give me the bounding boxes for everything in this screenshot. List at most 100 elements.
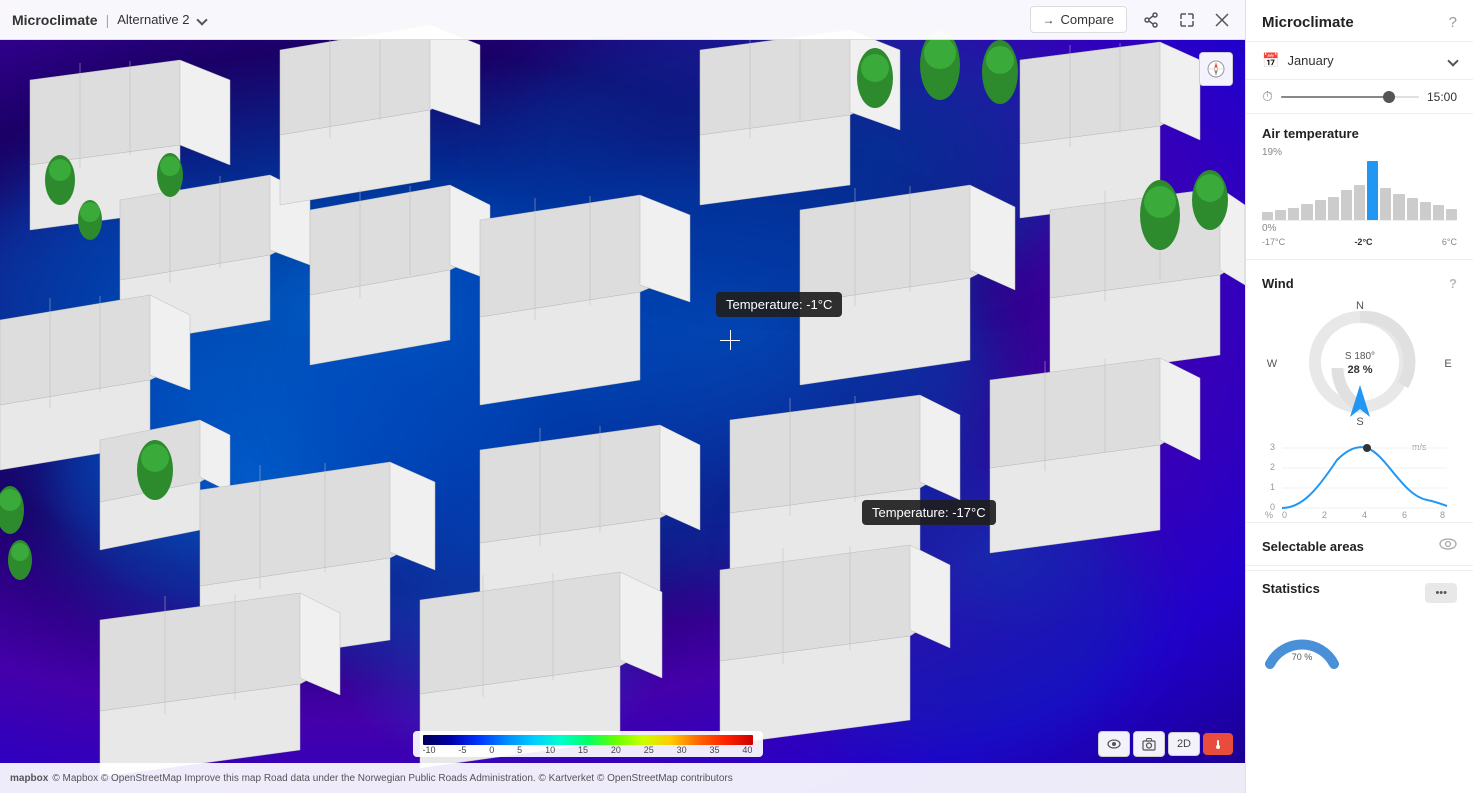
legend-tick-5: 15: [578, 745, 588, 755]
legend-tick-0: -10: [423, 745, 436, 755]
expand-button[interactable]: [1175, 8, 1199, 32]
app-title: Microclimate: [12, 12, 98, 28]
wind-chart-svg: 3 2 1 0 m/s 0 2 4 6 8: [1262, 440, 1458, 520]
compass-icon: [1207, 60, 1225, 78]
time-slider-container: [1281, 96, 1419, 98]
bottom-tools[interactable]: 2D: [1098, 731, 1233, 757]
camera-tool-button[interactable]: [1133, 731, 1165, 757]
title-separator: |: [106, 12, 110, 28]
map-area[interactable]: Microclimate | Alternative 2 → Compare: [0, 0, 1245, 793]
wind-direction-text: S 180°: [1345, 351, 1375, 362]
sidebar: Microclimate ? 📅 January ⏱ 15:00 Air tem…: [1245, 0, 1473, 793]
legend-tick-8: 30: [677, 745, 687, 755]
buildings-layer: [0, 0, 1245, 793]
temp-min-label: -17°C: [1262, 237, 1285, 247]
air-temp-chart: 19% 0% -17°C -2°C 6°C: [1246, 147, 1473, 255]
alternative-label: Alternative 2: [117, 12, 189, 27]
air-temp-header: Air temperature: [1246, 114, 1473, 147]
wind-curve: [1282, 447, 1447, 508]
wind-y-3: 3: [1270, 442, 1275, 452]
legend-gradient-bar: [423, 735, 753, 745]
sidebar-title: Microclimate: [1262, 14, 1354, 31]
time-slider[interactable]: [1281, 96, 1419, 98]
north-label: N: [1356, 300, 1364, 312]
chart-x-labels: -17°C -2°C 6°C: [1262, 237, 1457, 247]
compare-label: Compare: [1061, 12, 1114, 27]
chart-axis: [1262, 220, 1457, 221]
statistics-gauge-svg: 70 %: [1262, 612, 1342, 672]
top-bar: Microclimate | Alternative 2 → Compare: [0, 0, 1245, 40]
temperature-icon: [1212, 739, 1224, 749]
legend-tick-10: 40: [742, 745, 752, 755]
expand-icon: [1179, 12, 1195, 28]
eye-toggle-icon[interactable]: [1439, 537, 1457, 555]
bar-4: [1301, 204, 1312, 221]
wind-peak-dot: [1363, 444, 1371, 452]
building-16: [100, 593, 340, 777]
map-cursor: [720, 330, 740, 350]
month-dropdown[interactable]: January: [1287, 53, 1457, 68]
temp-max-label: 6°C: [1442, 237, 1457, 247]
legend-tick-4: 10: [545, 745, 555, 755]
alternative-dropdown[interactable]: Alternative 2: [117, 12, 205, 27]
wind-help-icon[interactable]: ?: [1449, 276, 1457, 291]
bar-8: [1354, 185, 1365, 221]
time-slider-fill: [1281, 96, 1389, 98]
wind-x-2: 2: [1322, 510, 1327, 520]
calendar-icon: 📅: [1262, 52, 1279, 69]
statistics-section: Statistics ••• 70 %: [1246, 570, 1473, 680]
legend-tick-9: 35: [710, 745, 720, 755]
compare-arrow-icon: →: [1043, 13, 1055, 27]
legend-tick-2: 0: [489, 745, 494, 755]
clock-icon: ⏱: [1262, 88, 1273, 105]
wind-header: Wind ?: [1246, 264, 1473, 297]
map-controls[interactable]: [1199, 52, 1233, 86]
selectable-areas-header: Selectable areas: [1246, 527, 1473, 561]
month-selector[interactable]: 📅 January: [1246, 42, 1473, 80]
eye-icon: [1107, 737, 1121, 751]
chart-percent-top: 19%: [1262, 147, 1282, 158]
eye-tool-button[interactable]: [1098, 731, 1130, 757]
building-15: [990, 358, 1200, 553]
wind-chart-container: 3 2 1 0 m/s 0 2 4 6 8: [1262, 440, 1457, 510]
wind-speed-chart: 3 2 1 0 m/s 0 2 4 6 8: [1246, 440, 1473, 518]
wind-y-2: 2: [1270, 462, 1275, 472]
top-bar-actions: → Compare: [1030, 6, 1233, 33]
chevron-down-icon: [196, 14, 207, 25]
wind-percent-text: 28 %: [1347, 364, 1372, 376]
close-button[interactable]: [1211, 9, 1233, 31]
view-3d-button[interactable]: [1203, 733, 1233, 755]
divider-3: [1246, 565, 1473, 566]
month-value: January: [1287, 53, 1333, 68]
sidebar-help-icon[interactable]: ?: [1449, 14, 1457, 31]
wind-x-8: 8: [1440, 510, 1445, 520]
legend-tick-1: -5: [458, 745, 466, 755]
compare-button[interactable]: → Compare: [1030, 6, 1127, 33]
share-icon: [1143, 12, 1159, 28]
bar-5: [1315, 200, 1326, 221]
gauge-percent-text: 70 %: [1292, 652, 1313, 662]
time-slider-thumb[interactable]: [1383, 91, 1395, 103]
map-attribution-bar: mapbox © Mapbox © OpenStreetMap Improve …: [0, 763, 1245, 793]
camera-icon: [1142, 737, 1156, 751]
bar-11: [1393, 194, 1404, 221]
month-chevron-icon: [1447, 55, 1458, 66]
bar-chart: [1262, 161, 1457, 221]
bar-7: [1341, 190, 1352, 221]
compass-button[interactable]: [1199, 52, 1233, 86]
mapbox-logo: mapbox: [10, 773, 48, 784]
west-label: W: [1267, 358, 1278, 370]
time-selector[interactable]: ⏱ 15:00: [1246, 80, 1473, 114]
sidebar-header: Microclimate ?: [1246, 0, 1473, 42]
more-button[interactable]: •••: [1425, 583, 1457, 603]
wind-percent-symbol: %: [1265, 510, 1273, 520]
bar-14: [1433, 205, 1444, 221]
wind-y-1: 1: [1270, 482, 1275, 492]
air-temp-label: Air temperature: [1262, 126, 1359, 141]
wind-label: Wind: [1262, 276, 1294, 291]
percent-bottom: 0%: [1262, 223, 1276, 234]
temp-current-label: -2°C: [1354, 237, 1372, 247]
share-button[interactable]: [1139, 8, 1163, 32]
color-legend: -10 -5 0 5 10 15 20 25 30 35 40: [413, 731, 763, 757]
view-2d-button[interactable]: 2D: [1168, 732, 1200, 756]
